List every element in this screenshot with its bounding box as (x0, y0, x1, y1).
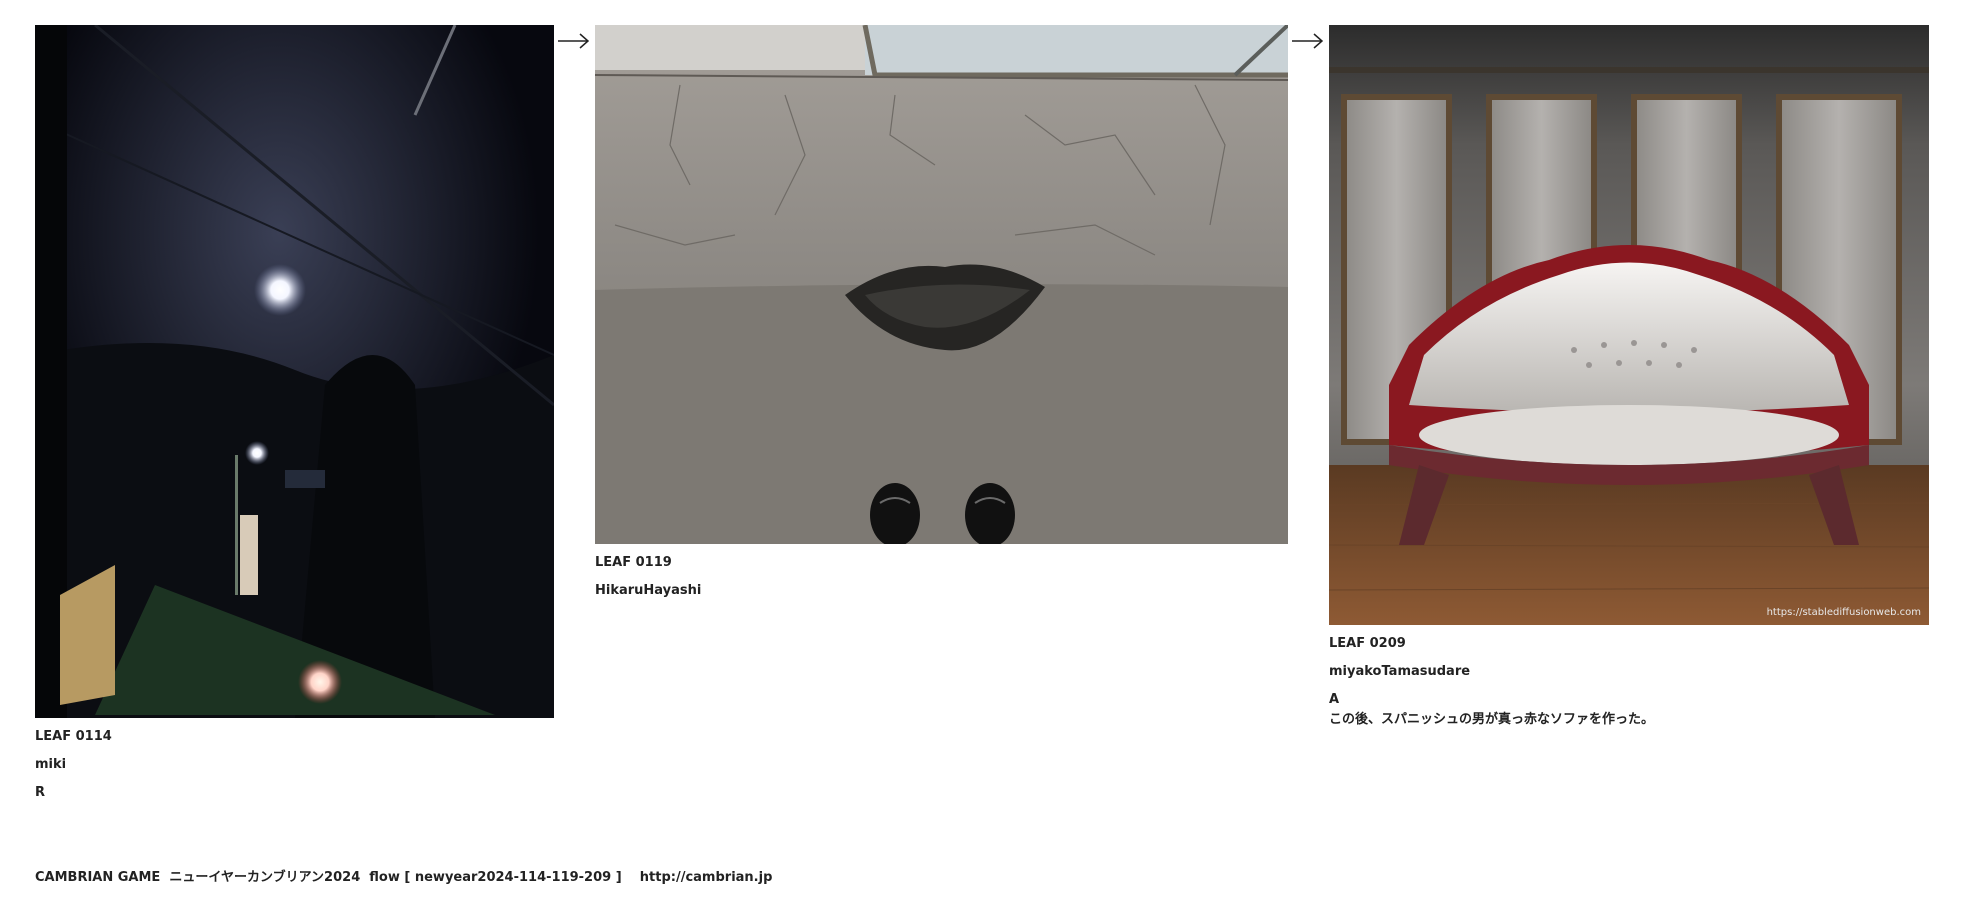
pavement-image (595, 25, 1288, 544)
flow-arrow-icon (558, 33, 590, 49)
leaf-id-label[interactable]: LEAF 0114 (35, 729, 112, 745)
leaf-0209-caption: LEAF 0209 miyakoTamasudare A この後、スパニッシュの… (1329, 636, 1654, 728)
leaf-0119-photo[interactable] (595, 25, 1288, 544)
night-street-image (35, 25, 554, 718)
leaf-0114-caption: LEAF 0114 miki R (35, 729, 112, 801)
leaf-author[interactable]: HikaruHayashi (595, 583, 701, 599)
leaf-id-label[interactable]: LEAF 0119 (595, 555, 701, 571)
leaf-0119-caption: LEAF 0119 HikaruHayashi (595, 555, 701, 599)
leaf-text: この後、スパニッシュの男が真っ赤なソファを作った。 (1329, 712, 1655, 727)
flow-arrow-icon (1292, 33, 1324, 49)
leaf-0209-photo[interactable]: https://stablediffusionweb.com (1329, 25, 1929, 625)
leaf-author[interactable]: miyakoTamasudare (1329, 664, 1654, 680)
leaf-id-label[interactable]: LEAF 0209 (1329, 636, 1654, 652)
site-footer: CAMBRIAN GAME ニューイヤーカンブリアン2024 flow [ ne… (35, 870, 773, 885)
leaf-0114-photo[interactable] (35, 25, 554, 718)
leaf-mark: R (35, 785, 46, 800)
leaf-author[interactable]: miki (35, 757, 112, 773)
sofa-image: https://stablediffusionweb.com (1329, 25, 1929, 625)
watermark-text: https://stablediffusionweb.com (1767, 607, 1921, 618)
leaf-mark: A (1329, 692, 1340, 707)
